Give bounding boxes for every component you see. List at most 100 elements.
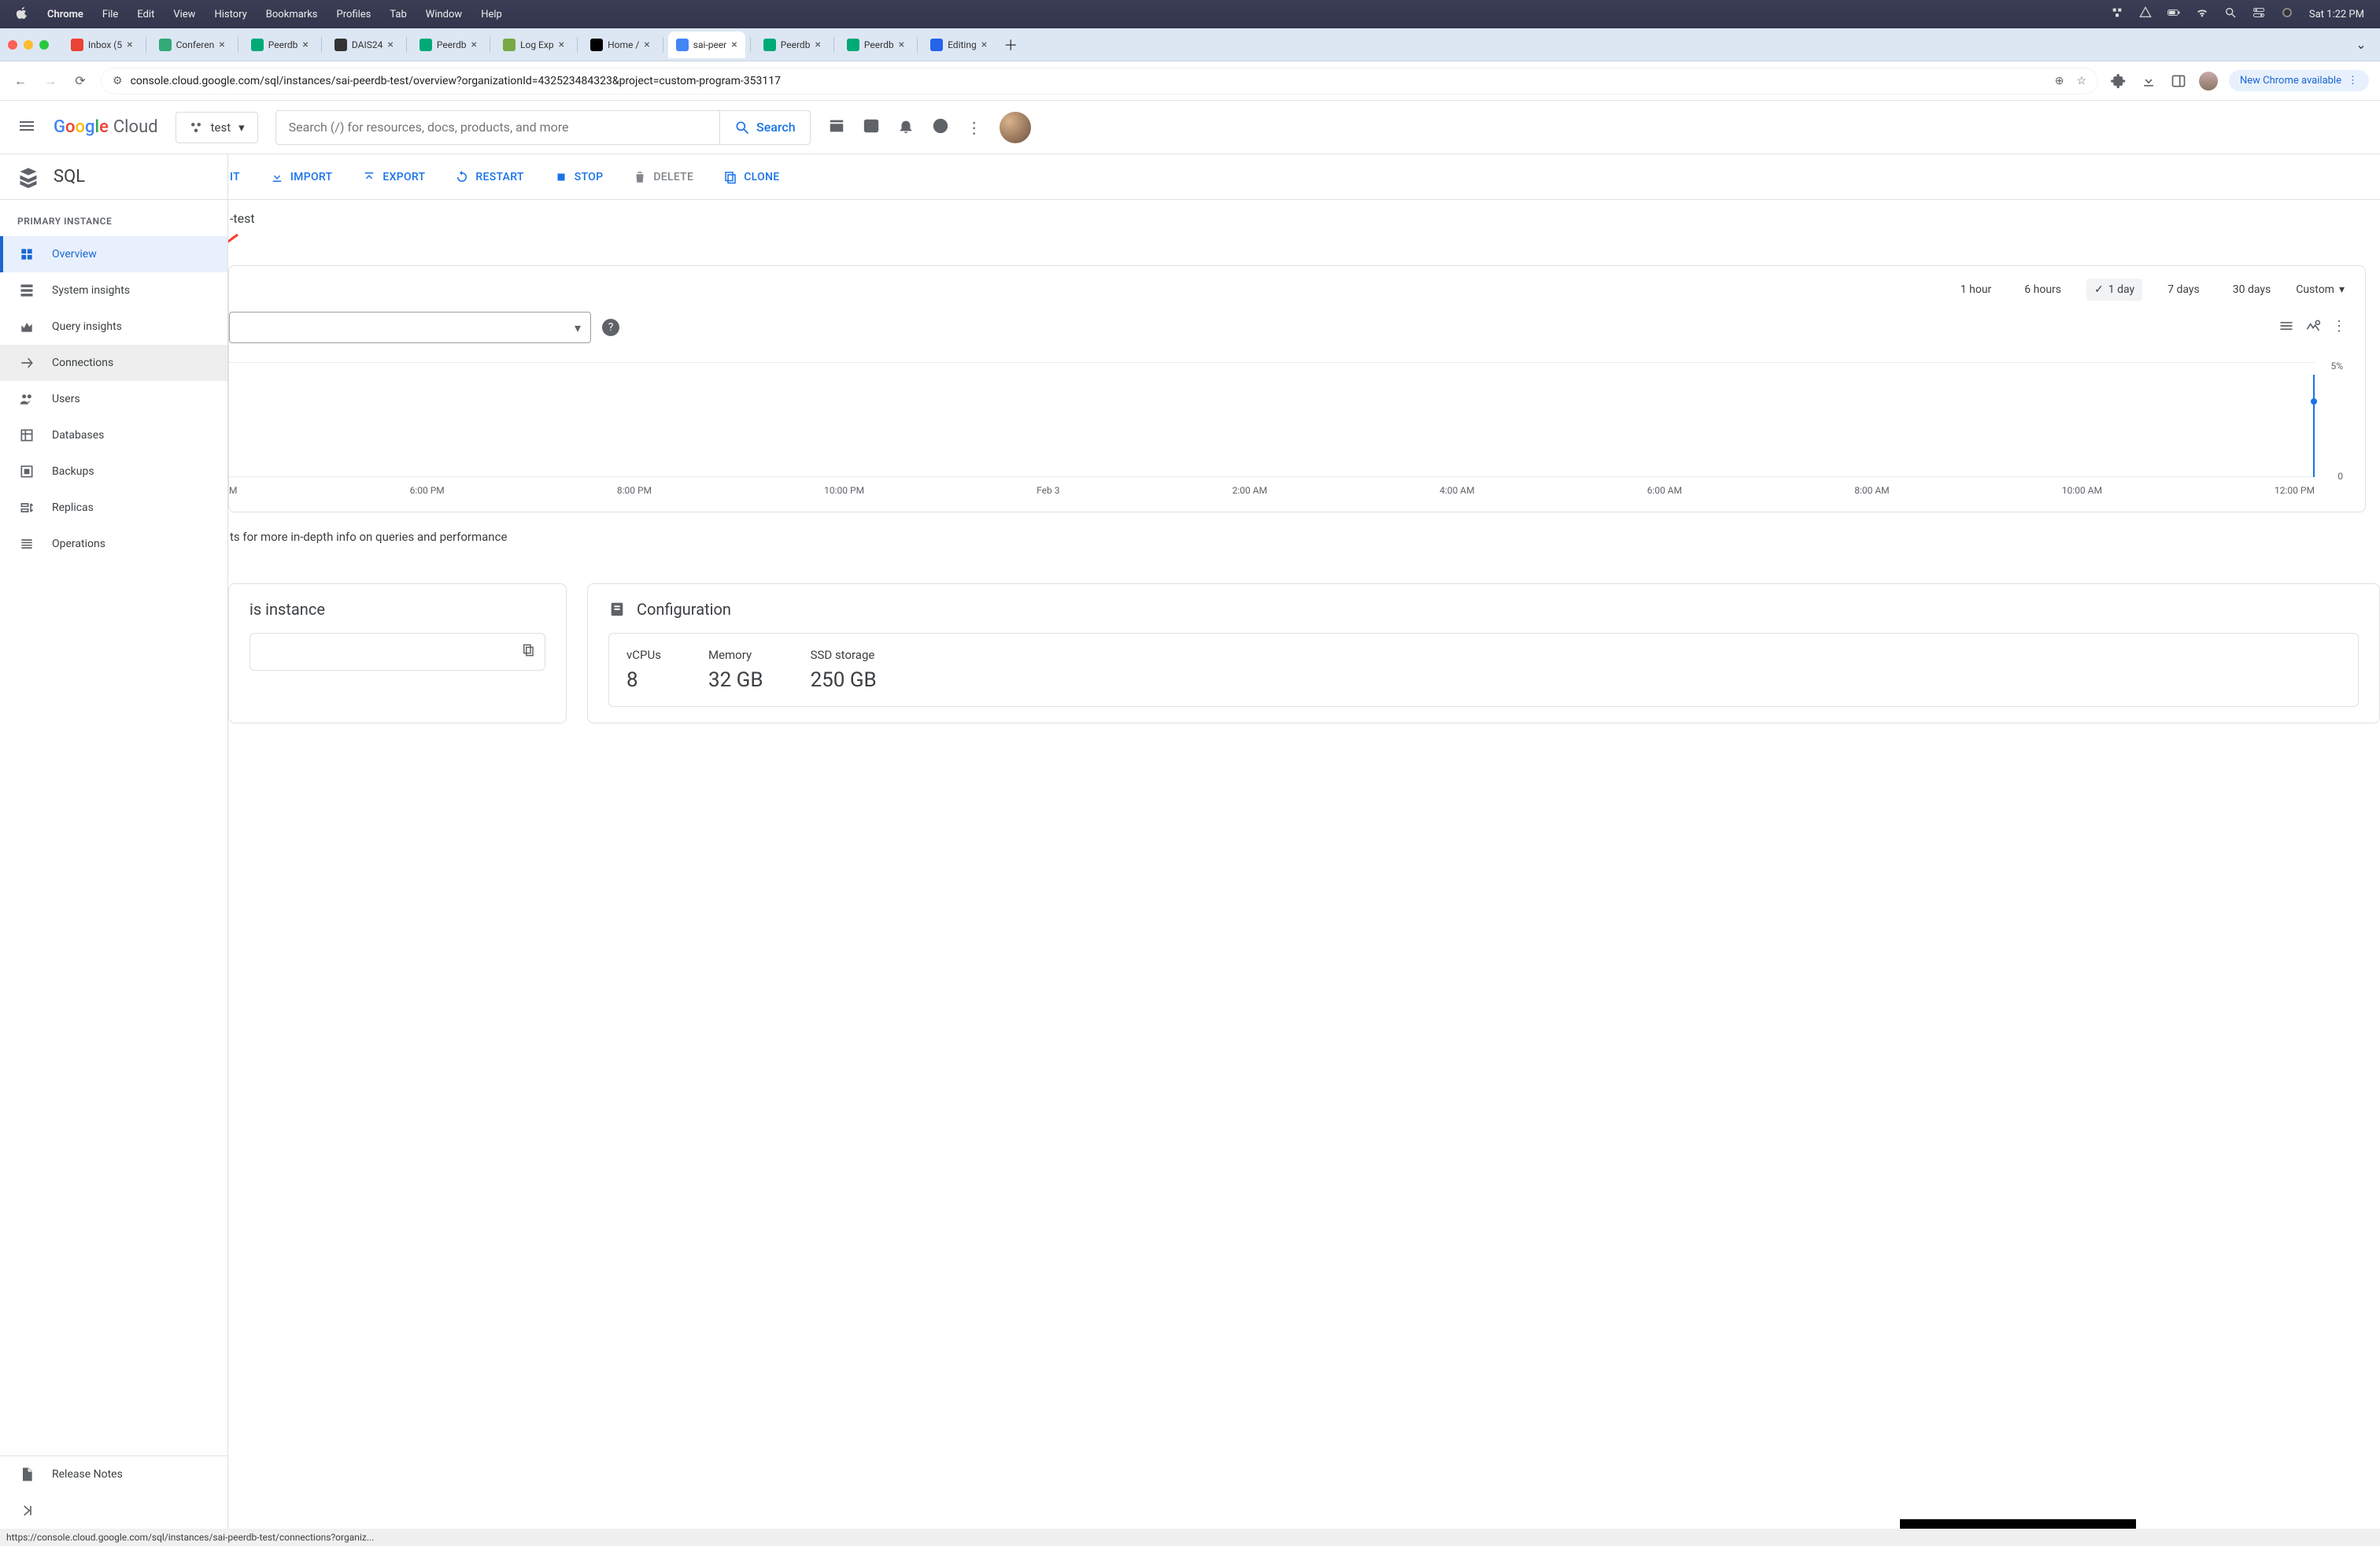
notifications-icon[interactable] bbox=[897, 117, 915, 138]
bookmark-icon[interactable]: ☆ bbox=[2076, 75, 2086, 87]
chart-explore-icon[interactable] bbox=[2305, 318, 2321, 337]
browser-tab[interactable]: sai-peer × bbox=[668, 31, 745, 58]
close-icon[interactable]: × bbox=[899, 39, 904, 51]
chart-legend-icon[interactable] bbox=[2278, 318, 2294, 337]
range-1h[interactable]: 1 hour bbox=[1953, 279, 2000, 301]
terminal-icon[interactable] bbox=[863, 117, 880, 138]
extensions-icon[interactable] bbox=[2109, 72, 2128, 91]
nav-item-operations[interactable]: Operations bbox=[0, 526, 227, 562]
nav-menu-button[interactable] bbox=[17, 117, 36, 139]
close-icon[interactable]: × bbox=[559, 39, 564, 51]
back-button[interactable]: ← bbox=[11, 72, 30, 91]
browser-tab[interactable]: DAIS24 × bbox=[327, 31, 401, 58]
zoom-icon[interactable]: ⊕ bbox=[2055, 75, 2064, 87]
gcp-search-input[interactable] bbox=[276, 120, 719, 135]
gcp-logo[interactable]: Google Cloud bbox=[54, 117, 158, 137]
nav-item-databases[interactable]: Databases bbox=[0, 417, 227, 453]
close-icon[interactable]: × bbox=[127, 39, 132, 51]
menu-window[interactable]: Window bbox=[426, 9, 462, 20]
menu-bookmarks[interactable]: Bookmarks bbox=[266, 9, 318, 20]
clone-action[interactable]: CLONE bbox=[723, 170, 779, 184]
close-icon[interactable]: × bbox=[471, 39, 477, 51]
menu-profiles[interactable]: Profiles bbox=[337, 9, 371, 20]
downloads-icon[interactable] bbox=[2139, 72, 2158, 91]
close-icon[interactable]: × bbox=[387, 39, 393, 51]
close-icon[interactable]: × bbox=[815, 39, 820, 51]
nav-item-connections[interactable]: Connections bbox=[0, 345, 227, 381]
nav-item-backups[interactable]: Backups bbox=[0, 453, 227, 490]
menu-edit[interactable]: Edit bbox=[137, 9, 154, 20]
status-icon[interactable] bbox=[2139, 6, 2152, 22]
browser-tab[interactable]: Editing × bbox=[922, 31, 995, 58]
menu-view[interactable]: View bbox=[173, 9, 195, 20]
nav-item-replicas[interactable]: Replicas bbox=[0, 490, 227, 526]
edit-action[interactable]: IT bbox=[230, 171, 240, 183]
window-controls[interactable] bbox=[8, 40, 49, 50]
range-1d[interactable]: ✓ 1 day bbox=[2086, 279, 2142, 301]
nav-item-query-insights[interactable]: Query insights bbox=[0, 309, 227, 345]
close-icon[interactable]: × bbox=[981, 39, 987, 51]
product-header[interactable]: SQL bbox=[0, 154, 227, 200]
siri-icon[interactable] bbox=[2281, 6, 2293, 22]
nav-item-system-insights[interactable]: System insights bbox=[0, 272, 227, 309]
browser-tab[interactable]: Peerdb × bbox=[243, 31, 316, 58]
gcp-search[interactable]: Search bbox=[275, 110, 811, 145]
reload-button[interactable]: ⟳ bbox=[71, 72, 90, 91]
copy-icon[interactable] bbox=[521, 643, 535, 660]
metric-dropdown[interactable]: ▾ bbox=[229, 312, 591, 343]
wifi-icon[interactable] bbox=[2196, 6, 2208, 22]
browser-tab[interactable]: Log Exp × bbox=[495, 31, 572, 58]
more-icon[interactable]: ⋮ bbox=[966, 118, 982, 137]
nav-collapse[interactable] bbox=[0, 1492, 227, 1529]
chart-more-icon[interactable]: ⋮ bbox=[2332, 318, 2346, 337]
close-icon[interactable]: × bbox=[219, 39, 224, 51]
profile-avatar[interactable] bbox=[2199, 72, 2218, 91]
help-icon[interactable] bbox=[932, 117, 949, 138]
account-avatar[interactable] bbox=[1000, 112, 1031, 143]
metric-help-icon[interactable]: ? bbox=[602, 319, 619, 336]
spotlight-icon[interactable] bbox=[2224, 6, 2237, 22]
close-icon[interactable]: × bbox=[302, 39, 308, 51]
project-picker[interactable]: test ▾ bbox=[176, 112, 258, 143]
menu-history[interactable]: History bbox=[214, 9, 246, 20]
close-icon[interactable]: × bbox=[644, 39, 649, 51]
control-center-icon[interactable] bbox=[2252, 6, 2265, 22]
import-action[interactable]: IMPORT bbox=[270, 170, 332, 184]
new-chrome-chip[interactable]: New Chrome available⋮ bbox=[2229, 70, 2369, 91]
stop-action[interactable]: STOP bbox=[554, 170, 604, 184]
cloud-shell-icon[interactable] bbox=[828, 117, 845, 138]
close-icon[interactable]: × bbox=[731, 39, 737, 51]
forward-button[interactable]: → bbox=[41, 72, 60, 91]
omnibox[interactable]: ⚙︎ console.cloud.google.com/sql/instance… bbox=[101, 68, 2098, 94]
sidepanel-icon[interactable] bbox=[2169, 72, 2188, 91]
battery-icon[interactable] bbox=[2168, 6, 2180, 22]
menu-tab[interactable]: Tab bbox=[390, 9, 406, 20]
browser-tab[interactable]: Home / × bbox=[582, 31, 658, 58]
site-info-icon[interactable]: ⚙︎ bbox=[113, 75, 123, 87]
gcp-search-button[interactable]: Search bbox=[719, 111, 810, 144]
restart-action[interactable]: RESTART bbox=[455, 170, 523, 184]
range-custom[interactable]: Custom ▾ bbox=[2296, 283, 2345, 296]
new-tab-button[interactable]: ＋ bbox=[1000, 34, 1022, 56]
export-action[interactable]: EXPORT bbox=[362, 170, 425, 184]
nav-item-overview[interactable]: Overview bbox=[0, 236, 227, 272]
nav-item-users[interactable]: Users bbox=[0, 381, 227, 417]
range-7d[interactable]: 7 days bbox=[2160, 279, 2208, 301]
menu-file[interactable]: File bbox=[102, 9, 118, 20]
browser-tab[interactable]: Conferen × bbox=[151, 31, 233, 58]
menubar-clock[interactable]: Sat 1:22 PM bbox=[2309, 9, 2364, 20]
delete-action[interactable]: DELETE bbox=[633, 170, 693, 184]
range-30d[interactable]: 30 days bbox=[2225, 279, 2278, 301]
status-icon[interactable] bbox=[2111, 6, 2123, 22]
browser-tab[interactable]: Peerdb × bbox=[412, 31, 485, 58]
browser-tab[interactable]: Inbox (5 × bbox=[63, 31, 141, 58]
browser-tab[interactable]: Peerdb × bbox=[839, 31, 912, 58]
tab-overflow-button[interactable]: ⌄ bbox=[2350, 34, 2372, 56]
menu-help[interactable]: Help bbox=[481, 9, 502, 20]
connection-field[interactable] bbox=[249, 633, 545, 671]
nav-release-notes[interactable]: Release Notes bbox=[0, 1456, 227, 1492]
browser-tab[interactable]: Peerdb × bbox=[756, 31, 829, 58]
range-6h[interactable]: 6 hours bbox=[2016, 279, 2069, 301]
apple-icon[interactable] bbox=[16, 6, 28, 22]
app-name[interactable]: Chrome bbox=[47, 9, 83, 20]
